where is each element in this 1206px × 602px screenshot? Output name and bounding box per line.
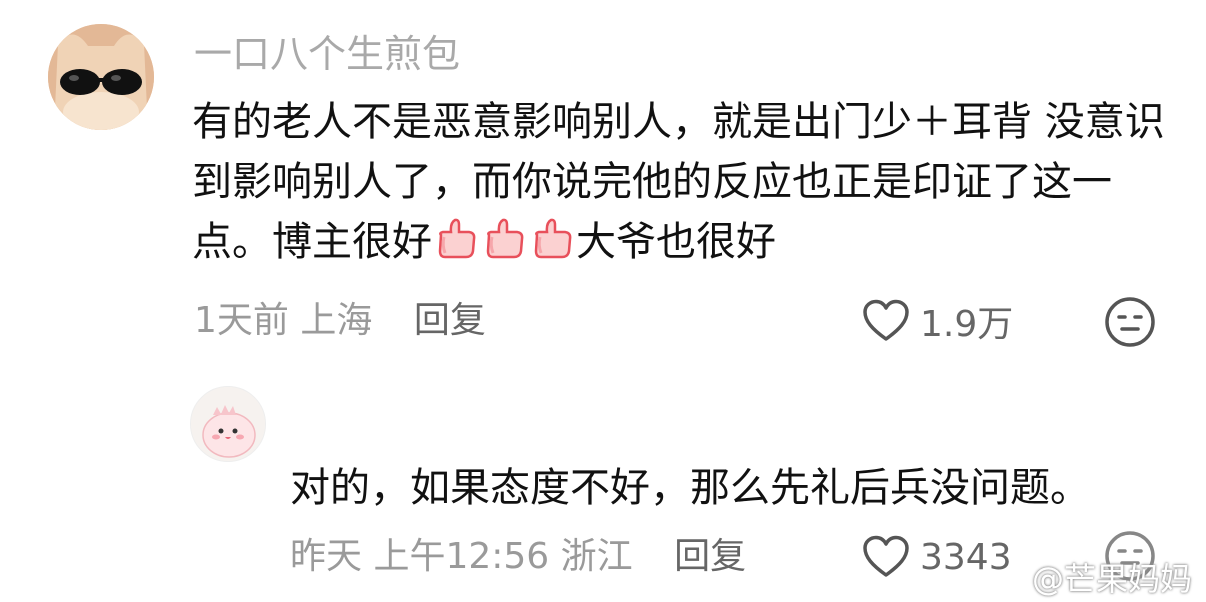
comment-location: 上海: [300, 300, 373, 341]
cat-with-sunglasses-avatar-icon: [48, 24, 154, 130]
dislike-button[interactable]: [1104, 296, 1156, 348]
neutral-face-icon: [1105, 297, 1155, 347]
reply-location: 浙江: [560, 536, 633, 577]
reply-like-button[interactable]: 3343: [862, 532, 1012, 582]
watermark-text: @芒果妈妈: [1032, 560, 1193, 598]
heart-icon: [863, 299, 909, 341]
comment-time: 1天前: [194, 300, 289, 341]
comment-text-tail: 大爷也很好: [576, 219, 776, 265]
reply-like-count: 3343: [920, 536, 1012, 578]
comment-text: 有的老人不是恶意影响别人，就是出门少＋耳背 没意识到影响别人了，而你说完他的反应…: [192, 92, 1172, 272]
reply-meta: 昨天 上午12:56 浙江 回复: [290, 532, 746, 582]
thumbs-up-icon: [486, 218, 524, 259]
thumbs-up-emoji-group: [432, 218, 576, 265]
thumbs-up-icon: [534, 218, 572, 259]
thumbs-up-icon: [438, 218, 476, 259]
watermark: @芒果妈妈: [1032, 554, 1192, 600]
comment-meta: 1天前 上海 回复: [194, 296, 486, 346]
reply-button[interactable]: 回复: [414, 300, 486, 341]
comment-username[interactable]: 一口八个生煎包: [194, 30, 460, 78]
like-count: 1.9万: [920, 304, 1014, 345]
reply-text: 对的，如果态度不好，那么先礼后兵没问题。: [290, 465, 1090, 511]
pink-dinosaur-avatar-icon: [191, 387, 265, 461]
reply-reply-button[interactable]: 回复: [674, 536, 746, 577]
heart-icon: [863, 535, 909, 577]
reply-time: 昨天 上午12:56: [290, 536, 550, 577]
reply-user-avatar[interactable]: [190, 386, 266, 462]
like-button[interactable]: 1.9万: [862, 296, 1013, 346]
user-avatar[interactable]: [48, 24, 154, 130]
